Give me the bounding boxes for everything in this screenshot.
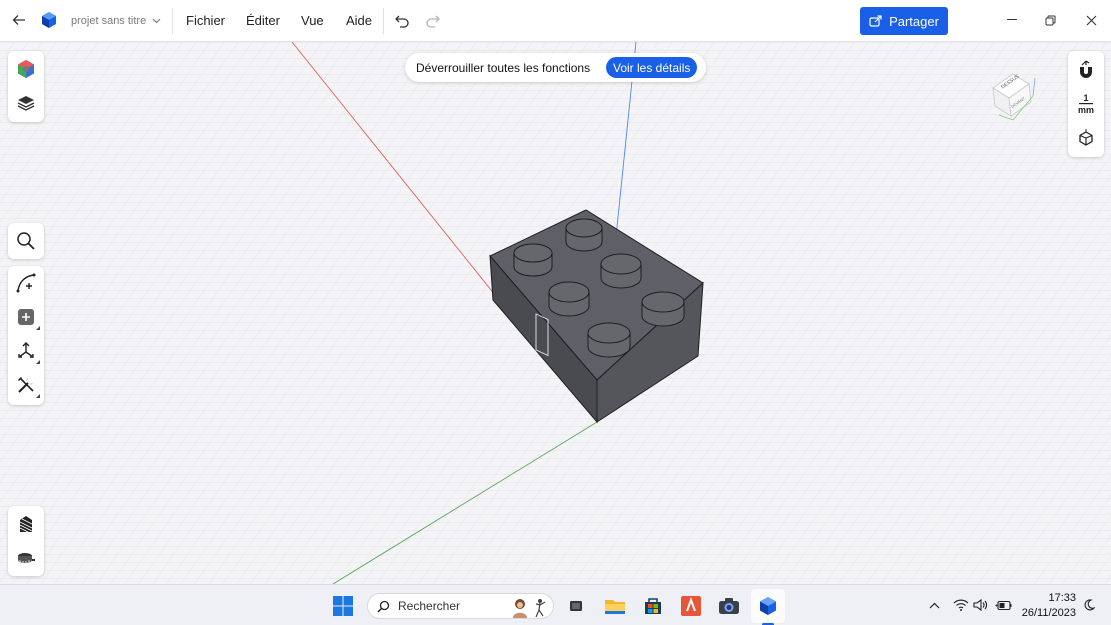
windows-start-icon[interactable]: [330, 593, 356, 619]
menu-editer[interactable]: Éditer: [246, 13, 280, 28]
view-cube[interactable]: DESSUS DEVANT: [985, 66, 1041, 122]
clock[interactable]: 17:33 26/11/2023: [1018, 591, 1076, 621]
battery-icon[interactable]: [994, 595, 1012, 615]
project-name: projet sans titre: [71, 15, 147, 27]
shapr3d-taskbar-icon[interactable]: [755, 593, 781, 619]
focus-moon-icon[interactable]: [1080, 595, 1098, 615]
back-arrow-icon[interactable]: [8, 9, 30, 31]
search-panel: [8, 223, 44, 259]
bottom-left-toolbar: [8, 506, 44, 576]
menu-aide[interactable]: Aide: [346, 13, 372, 28]
search-highlight-illustration-icon: [513, 599, 546, 618]
file-explorer-icon[interactable]: [602, 593, 628, 619]
share-label: Partager: [889, 13, 939, 29]
view-origin-icon[interactable]: [1068, 121, 1104, 155]
menu-vue[interactable]: Vue: [301, 13, 324, 28]
taskbar: Rechercher 17:33 26/11/2023: [0, 584, 1111, 625]
menu-fichier[interactable]: Fichier: [186, 13, 225, 28]
taskbar-search-input[interactable]: Rechercher: [367, 593, 554, 619]
clock-time: 17:33: [1048, 592, 1076, 604]
redo-icon[interactable]: [423, 11, 443, 31]
undo-icon[interactable]: [392, 11, 412, 31]
microsoft-store-icon[interactable]: [640, 593, 666, 619]
transform-tool-icon[interactable]: [8, 334, 44, 368]
section-view-icon[interactable]: [8, 507, 44, 541]
tools-toolbar: [8, 266, 44, 405]
modify-tools-icon[interactable]: [8, 368, 44, 402]
project-name-dropdown[interactable]: projet sans titre: [71, 15, 161, 27]
add-shape-tool-icon[interactable]: [8, 300, 44, 334]
clock-date: 26/11/2023: [1021, 607, 1076, 619]
task-view-icon[interactable]: [563, 593, 589, 619]
layers-icon[interactable]: [8, 86, 44, 120]
search-placeholder: Rechercher: [398, 599, 461, 613]
grid-scale-indicator[interactable]: 1 mm: [1068, 87, 1104, 121]
divider: [383, 8, 384, 34]
3d-scene: [0, 42, 1111, 584]
minimize-icon[interactable]: [1000, 8, 1024, 32]
scale-unit: mm: [1077, 105, 1094, 115]
search-icon: [377, 600, 390, 612]
chevron-down-icon: [152, 18, 161, 24]
share-icon: [869, 15, 882, 27]
scale-value: 1: [1083, 93, 1089, 103]
view-details-button[interactable]: Voir les détails: [606, 57, 698, 78]
measure-tape-icon[interactable]: [8, 541, 44, 575]
show-hidden-icons-chevron-up-icon[interactable]: [925, 595, 943, 615]
appearance-cube-icon[interactable]: [8, 52, 44, 86]
volume-icon[interactable]: [972, 595, 990, 615]
right-toolbar: 1 mm: [1068, 51, 1104, 157]
title-bar: projet sans titre Fichier Éditer Vue Aid…: [0, 0, 1111, 42]
app-orange-icon[interactable]: [678, 593, 704, 619]
shapr3d-logo-icon: [40, 11, 58, 29]
camera-icon[interactable]: [716, 593, 742, 619]
3d-viewport[interactable]: Déverrouiller toutes les fonctions Voir …: [0, 42, 1111, 584]
close-icon[interactable]: [1079, 8, 1103, 32]
share-button[interactable]: Partager: [860, 7, 948, 35]
restore-icon[interactable]: [1038, 8, 1062, 32]
snap-magnet-icon[interactable]: [1068, 52, 1104, 86]
left-top-toolbar: [8, 51, 44, 122]
unlock-banner: Déverrouiller toutes les fonctions Voir …: [405, 53, 706, 82]
unlock-banner-text: Déverrouiller toutes les fonctions: [416, 60, 591, 75]
divider: [172, 8, 173, 34]
wifi-icon[interactable]: [952, 595, 970, 615]
sketch-arc-tool-icon[interactable]: [8, 266, 44, 300]
search-icon[interactable]: [8, 224, 44, 258]
